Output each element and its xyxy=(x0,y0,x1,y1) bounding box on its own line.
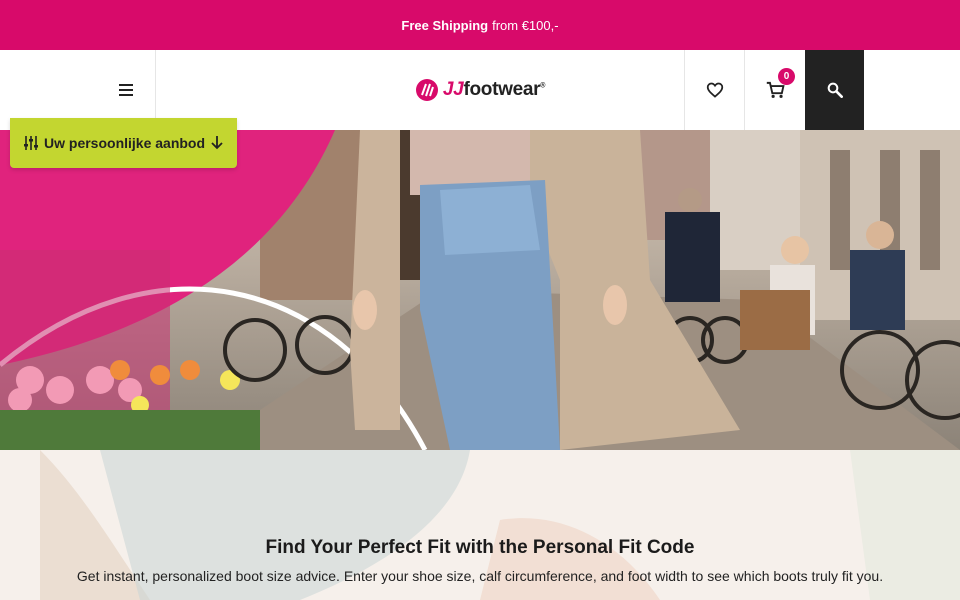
logo-text: JJfootwear® xyxy=(442,79,546,100)
personal-offer-button[interactable]: Uw persoonlijke aanbod xyxy=(10,118,238,168)
fit-code-section: Find Your Perfect Fit with the Personal … xyxy=(0,450,960,600)
hamburger-icon xyxy=(118,84,133,96)
logo[interactable]: JJfootwear® xyxy=(360,50,600,130)
promo-text: from €100,- xyxy=(492,17,559,33)
search-icon xyxy=(827,82,843,98)
heart-icon xyxy=(706,82,724,98)
fit-title: Find Your Perfect Fit with the Personal … xyxy=(265,537,695,558)
logo-mark-icon xyxy=(415,79,438,101)
offer-tab xyxy=(10,118,96,130)
promo-bold: Free Shipping xyxy=(401,17,489,33)
promo-bar: Free Shipping from €100,- xyxy=(0,0,960,50)
hero-banner[interactable] xyxy=(0,130,960,450)
hero-image xyxy=(0,130,960,450)
search-button[interactable] xyxy=(805,50,864,130)
wishlist-button[interactable] xyxy=(684,50,745,130)
offer-label: Uw persoonlijke aanbod xyxy=(44,135,206,151)
cart-count-badge: 0 xyxy=(778,68,795,85)
fit-description: Get instant, personalized boot size advi… xyxy=(76,568,884,584)
arrow-down-icon xyxy=(211,136,223,150)
sliders-icon xyxy=(24,136,38,150)
cart-button[interactable]: 0 xyxy=(744,50,806,130)
